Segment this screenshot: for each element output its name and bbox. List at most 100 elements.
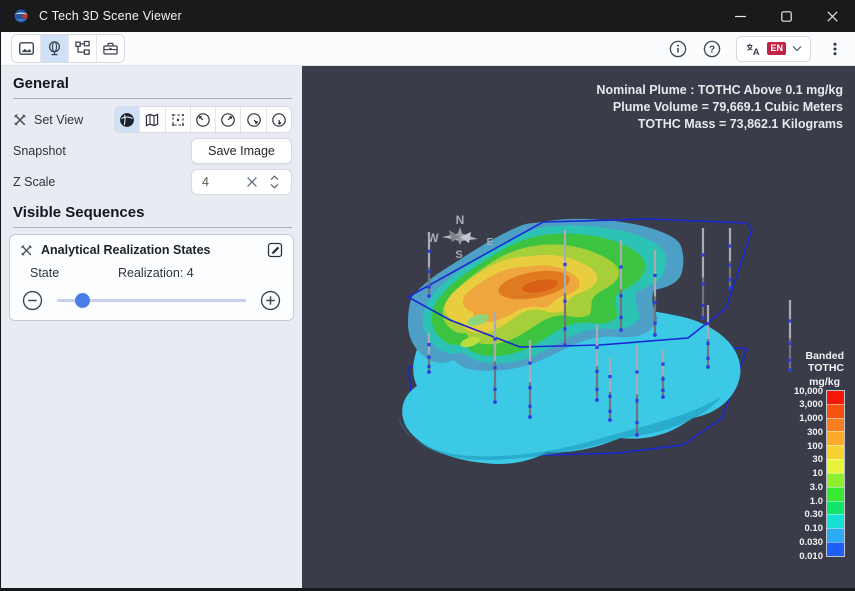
well (701, 282, 704, 285)
compass-s-icon (271, 112, 287, 128)
well (701, 253, 704, 256)
realization-slider-thumb[interactable] (75, 293, 90, 308)
well (661, 378, 664, 381)
compass-ne-icon (220, 112, 236, 128)
realization-slider (20, 290, 283, 311)
minimize-button[interactable] (717, 0, 763, 32)
view-northwest-button[interactable] (190, 107, 215, 132)
well (788, 319, 791, 322)
well (728, 264, 731, 267)
visible-sequences-heading: Visible Sequences (13, 204, 292, 221)
scene-viewport[interactable]: Nominal Plume : TOTHC Above 0.1 mg/kg Pl… (302, 66, 855, 588)
scene-view-button[interactable] (40, 35, 68, 62)
view-globe-button[interactable] (115, 107, 139, 132)
well (788, 342, 791, 345)
well (427, 294, 431, 298)
chevron-down-icon (792, 45, 802, 52)
clear-icon[interactable] (246, 176, 258, 188)
maximize-button[interactable] (763, 0, 809, 32)
well (608, 395, 611, 398)
tree-pane-button[interactable] (68, 35, 96, 62)
info-button[interactable] (668, 39, 688, 59)
close-icon (827, 11, 838, 22)
stepper-up-icon[interactable] (270, 175, 279, 181)
color-legend: Banded TOTHC mg/kg 10,0003,0001,00030010… (774, 350, 844, 556)
legend-band (827, 501, 844, 515)
legend-tick: 0.30 (805, 509, 824, 520)
well (563, 327, 566, 330)
globe-stand-icon (46, 40, 63, 57)
legend-band (827, 514, 844, 528)
legend-tick: 10 (812, 468, 823, 479)
z-scale-label: Z Scale (13, 175, 55, 189)
visible-sequences-divider (13, 227, 292, 228)
realization-value: Realization: 4 (118, 266, 194, 280)
window-title: C Tech 3D Scene Viewer (39, 9, 182, 23)
svg-text:?: ? (709, 44, 715, 55)
decrement-button[interactable] (22, 290, 43, 311)
well (528, 415, 532, 419)
well (653, 322, 656, 325)
realization-slider-track[interactable] (57, 299, 246, 302)
toolbar: ? A EN (1, 32, 855, 66)
help-button[interactable]: ? (702, 39, 722, 59)
view-south-button[interactable] (266, 107, 291, 132)
well (563, 300, 566, 303)
well (728, 286, 732, 290)
state-label: State (20, 266, 118, 280)
well (427, 285, 430, 288)
globe-view-icon (119, 112, 135, 128)
increment-button[interactable] (260, 290, 281, 311)
legend-tick: 0.030 (799, 537, 823, 548)
legend-band (827, 431, 844, 445)
edit-icon[interactable] (267, 242, 283, 258)
image-icon (18, 40, 35, 57)
z-scale-input[interactable] (192, 175, 246, 189)
legend-tick: 1,000 (799, 413, 823, 424)
well (653, 301, 656, 304)
legend-tick: 0.10 (805, 523, 824, 534)
well (427, 250, 430, 253)
legend-tick: 3.0 (810, 482, 823, 493)
save-image-button[interactable]: Save Image (191, 138, 292, 164)
stepper-down-icon[interactable] (270, 183, 279, 189)
well (706, 357, 709, 360)
well (653, 333, 657, 337)
view-southeast-button[interactable] (240, 107, 265, 132)
legend-band (827, 459, 844, 473)
hierarchy-tree-icon (74, 40, 91, 57)
well (619, 316, 622, 319)
well (608, 418, 612, 422)
info-icon (669, 40, 687, 58)
legend-title: Banded TOTHC (774, 350, 844, 374)
language-selector[interactable]: A EN (736, 36, 811, 62)
view-plan-button[interactable] (139, 107, 164, 132)
legend-band (827, 404, 844, 418)
well (595, 346, 598, 349)
z-scale-stepper (266, 175, 282, 189)
well (427, 370, 431, 374)
overflow-menu-button[interactable] (825, 39, 845, 59)
well (661, 389, 664, 392)
well (701, 304, 704, 307)
help-icon: ? (703, 40, 721, 58)
well (701, 316, 705, 320)
screenshot-pane-button[interactable] (12, 35, 40, 62)
plume-info-line: Nominal Plume : TOTHC Above 0.1 mg/kg (596, 82, 843, 99)
view-northeast-button[interactable] (215, 107, 240, 132)
toolbox-pane-button[interactable] (96, 35, 124, 62)
well (595, 388, 598, 391)
well (706, 322, 709, 325)
plume-info: Nominal Plume : TOTHC Above 0.1 mg/kg Pl… (596, 82, 843, 133)
minimize-icon (735, 11, 746, 22)
app-logo-globe-icon (13, 8, 29, 24)
fit-extents-icon (170, 112, 186, 128)
view-fit-button[interactable] (165, 107, 190, 132)
well (595, 370, 598, 373)
well (608, 375, 611, 378)
legend-color-bar (827, 391, 844, 556)
language-badge: EN (767, 42, 786, 55)
well (635, 399, 638, 402)
well (493, 388, 496, 391)
close-button[interactable] (809, 0, 855, 32)
